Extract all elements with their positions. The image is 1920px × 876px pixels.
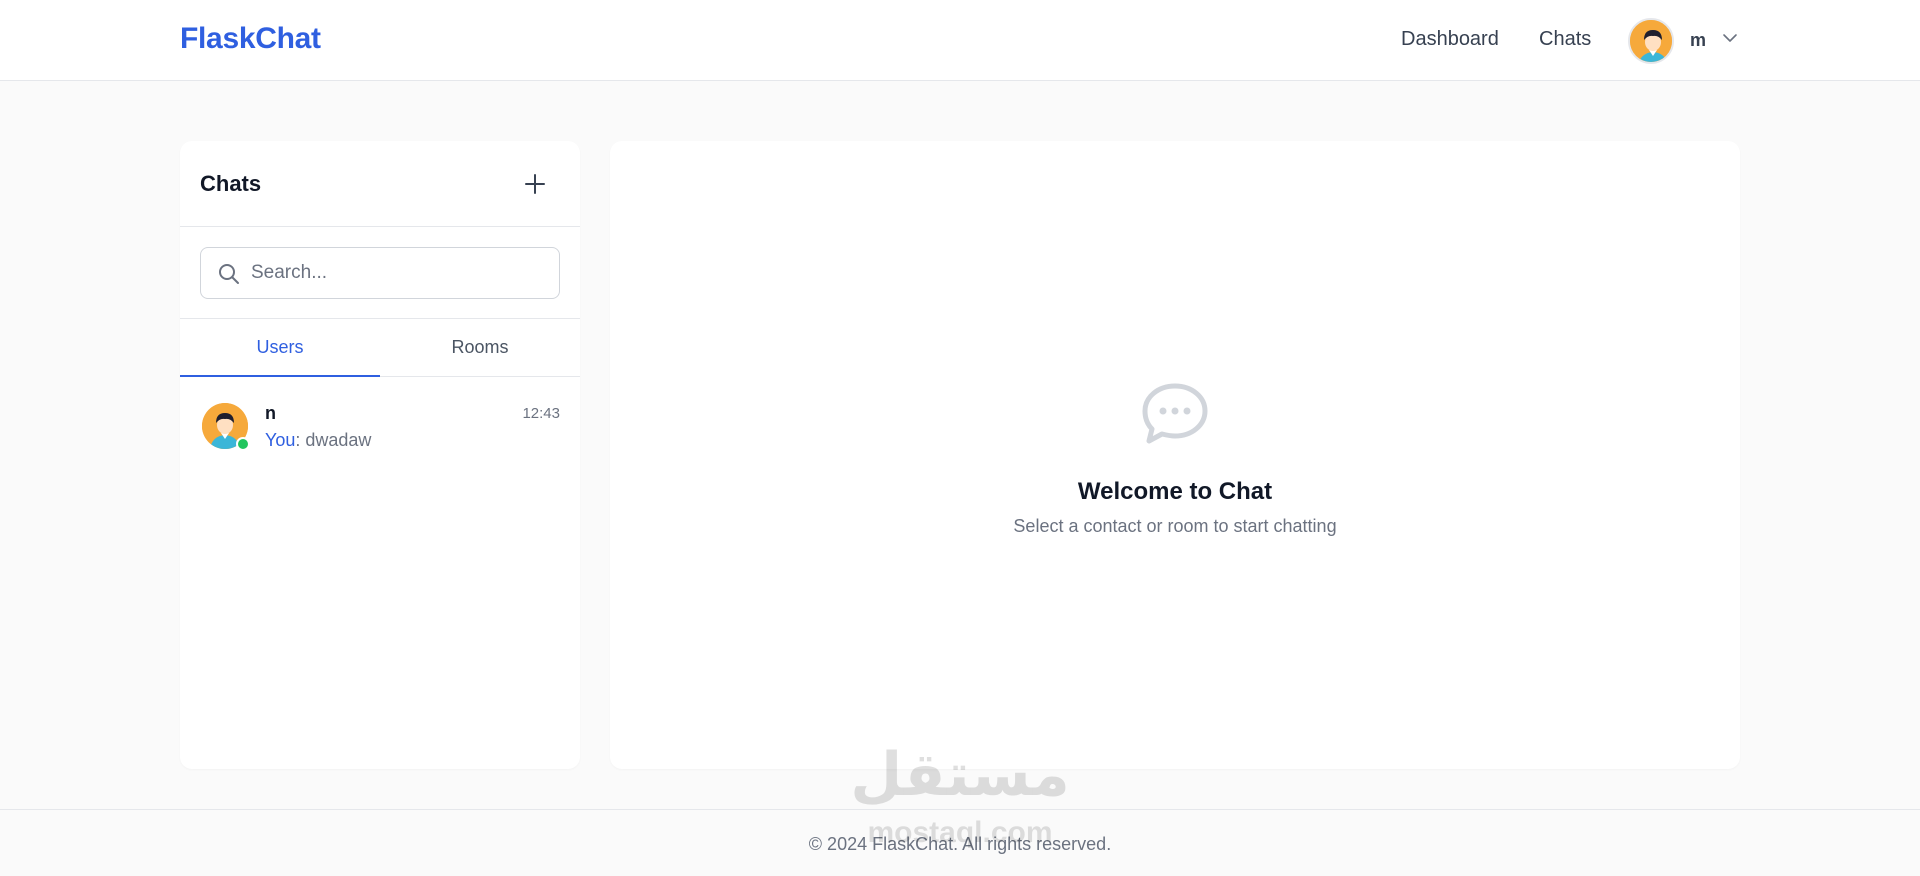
- sidebar-title: Chats: [200, 171, 262, 196]
- last-message-text: : dwadaw: [295, 430, 372, 450]
- contact-name: n: [265, 403, 276, 423]
- chat-list-item[interactable]: n 12:43 You: dwadaw: [180, 377, 580, 465]
- chat-bubble-icon: [1142, 383, 1208, 444]
- nav-link-chats[interactable]: Chats: [1539, 28, 1591, 51]
- chats-sidebar: Chats Users Rooms: [180, 141, 580, 769]
- brand-logo[interactable]: FlaskChat: [180, 22, 321, 56]
- welcome-subtitle: Select a contact or room to start chatti…: [1013, 516, 1337, 536]
- copyright-text: © 2024 FlaskChat. All rights reserved.: [808, 834, 1112, 854]
- sidebar-header: Chats: [180, 141, 580, 227]
- plus-icon: [525, 174, 545, 194]
- last-message-preview: You: dwadaw: [265, 430, 371, 451]
- user-avatar: [1628, 18, 1674, 64]
- chat-main-panel: Welcome to Chat Select a contact or room…: [610, 141, 1740, 769]
- online-status-indicator: [236, 437, 250, 451]
- you-label: You: [265, 430, 296, 450]
- nav-link-dashboard[interactable]: Dashboard: [1401, 28, 1499, 51]
- user-menu[interactable]: m: [1628, 18, 1743, 64]
- tab-rooms[interactable]: Rooms: [380, 319, 580, 376]
- navbar: FlaskChat Dashboard Chats m: [0, 0, 1920, 81]
- search-section: [180, 227, 580, 319]
- search-icon: [219, 264, 239, 284]
- footer: © 2024 FlaskChat. All rights reserved.: [0, 809, 1920, 876]
- person-icon: [1630, 20, 1672, 62]
- message-time: 12:43: [522, 405, 560, 422]
- tab-users[interactable]: Users: [180, 319, 380, 377]
- user-name: m: [1690, 30, 1707, 50]
- search-box: [200, 247, 560, 299]
- new-chat-button[interactable]: [520, 169, 550, 199]
- welcome-title: Welcome to Chat: [1077, 478, 1273, 505]
- search-input[interactable]: [251, 248, 551, 298]
- sidebar-tabs: Users Rooms: [180, 319, 580, 377]
- chat-list: n 12:43 You: dwadaw: [180, 377, 580, 465]
- chevron-down-icon[interactable]: [1722, 30, 1738, 46]
